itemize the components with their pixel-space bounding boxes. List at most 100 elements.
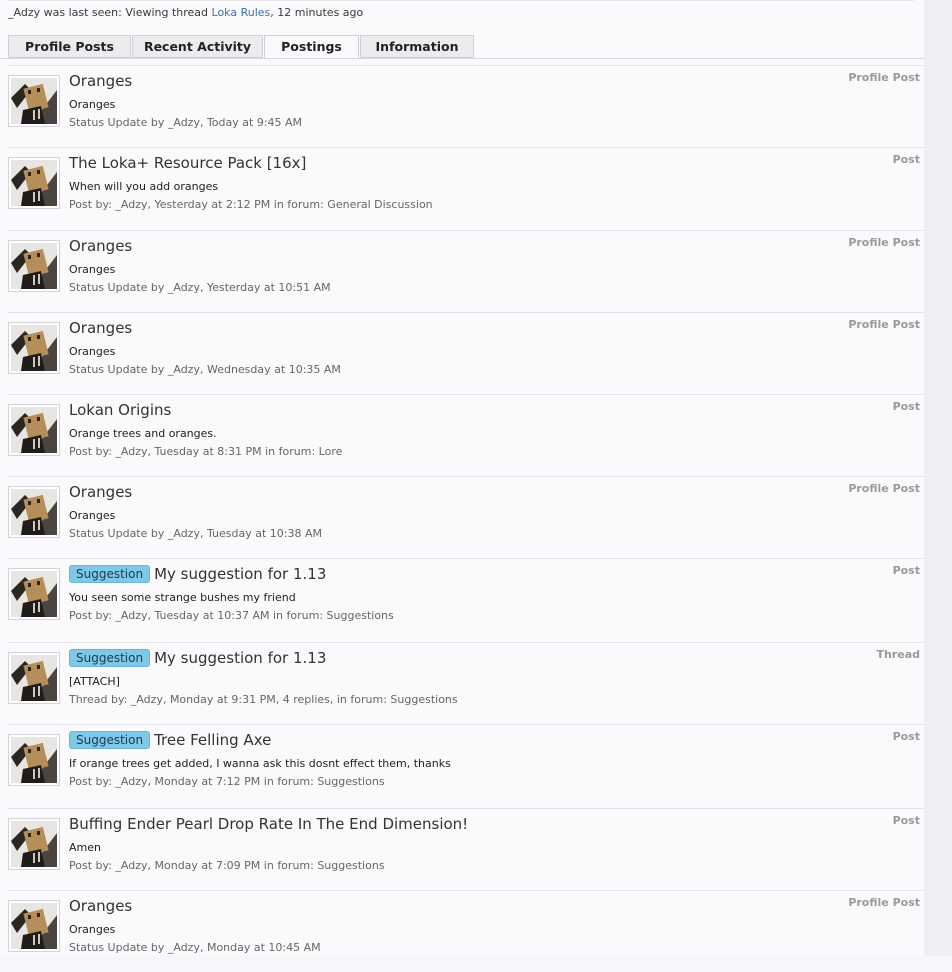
last-seen-text: was last seen: Viewing thread xyxy=(40,6,212,19)
posting-item: Oranges Oranges Status Update by _Adzy, We… xyxy=(0,312,924,394)
posting-item: Oranges Oranges Status Update by _Adzy, Ye… xyxy=(0,230,924,312)
posting-title-link[interactable]: Buffing Ender Pearl Drop Rate In The End… xyxy=(69,815,468,833)
posting-title-link[interactable]: Oranges xyxy=(69,72,132,90)
posting-snippet[interactable]: Oranges xyxy=(69,263,115,276)
posting-type-label: Profile Post xyxy=(848,896,920,909)
avatar-image xyxy=(11,737,57,783)
avatar[interactable] xyxy=(8,322,60,374)
avatar[interactable] xyxy=(8,734,60,786)
item-divider xyxy=(8,65,924,66)
tab-recent-activity[interactable]: Recent Activity xyxy=(132,35,263,58)
avatar[interactable] xyxy=(8,652,60,704)
posting-title-row: Suggestion My suggestion for 1.13 xyxy=(69,565,326,583)
posting-meta: Post by: _Adzy, Yesterday at 2:12 PM in … xyxy=(69,198,433,211)
prefix-badge[interactable]: Suggestion xyxy=(69,731,151,749)
posting-item: Suggestion My suggestion for 1.13 [ATTACH]… xyxy=(0,642,924,724)
posting-title-link[interactable]: My suggestion for 1.13 xyxy=(154,565,326,583)
posting-item: Suggestion Tree Felling Axe If orange tree… xyxy=(0,724,924,806)
posting-snippet[interactable]: You seen some strange bushes my friend xyxy=(69,591,296,604)
posting-title-link[interactable]: Oranges xyxy=(69,897,132,915)
posting-type-label: Profile Post xyxy=(848,318,920,331)
posting-meta: Status Update by _Adzy, Yesterday at 10:… xyxy=(69,281,331,294)
posting-snippet[interactable]: Oranges xyxy=(69,509,115,522)
posting-snippet[interactable]: Amen xyxy=(69,841,101,854)
posting-title-link[interactable]: My suggestion for 1.13 xyxy=(154,649,326,667)
posting-title-row: Oranges xyxy=(69,483,132,501)
posting-type-label: Profile Post xyxy=(848,236,920,249)
avatar-image xyxy=(11,821,57,867)
posting-meta: Status Update by _Adzy, Tuesday at 10:38… xyxy=(69,527,322,540)
posting-title-link[interactable]: Tree Felling Axe xyxy=(154,731,271,749)
tab-information[interactable]: Information xyxy=(360,35,474,58)
posting-title-link[interactable]: Oranges xyxy=(69,319,132,337)
avatar-image xyxy=(11,903,57,949)
profile-tabs: Profile Posts Recent Activity Postings I… xyxy=(8,35,924,59)
posting-title-row: Oranges xyxy=(69,72,132,90)
prefix-badge[interactable]: Suggestion xyxy=(69,565,151,583)
item-divider xyxy=(8,808,924,809)
posting-title-row: Suggestion Tree Felling Axe xyxy=(69,731,271,749)
avatar-image xyxy=(11,489,57,535)
posting-type-label: Thread xyxy=(876,648,920,661)
posting-meta: Post by: _Adzy, Tuesday at 8:31 PM in fo… xyxy=(69,445,343,458)
avatar[interactable] xyxy=(8,404,60,456)
profile-content: _Adzy was last seen: Viewing thread Loka… xyxy=(0,0,924,956)
posting-title-row: Oranges xyxy=(69,897,132,915)
posting-type-label: Post xyxy=(892,564,920,577)
item-divider xyxy=(8,394,924,395)
posting-title-link[interactable]: Oranges xyxy=(69,483,132,501)
avatar-image xyxy=(11,325,57,371)
item-divider xyxy=(8,890,924,891)
last-seen-line: _Adzy was last seen: Viewing thread Loka… xyxy=(8,6,363,19)
avatar[interactable] xyxy=(8,900,60,952)
posting-snippet[interactable]: Oranges xyxy=(69,98,115,111)
tab-postings[interactable]: Postings xyxy=(264,35,359,59)
posting-snippet[interactable]: [ATTACH] xyxy=(69,675,120,688)
posting-type-label: Profile Post xyxy=(848,482,920,495)
item-divider xyxy=(8,312,924,313)
posting-item: Oranges Oranges Status Update by _Adzy, Mo… xyxy=(0,890,924,972)
posting-snippet[interactable]: When will you add oranges xyxy=(69,180,218,193)
avatar-image xyxy=(11,655,57,701)
posting-type-label: Post xyxy=(892,153,920,166)
item-divider xyxy=(8,230,924,231)
avatar[interactable] xyxy=(8,568,60,620)
posting-snippet[interactable]: Oranges xyxy=(69,345,115,358)
posting-item: Oranges Oranges Status Update by _Adzy, To… xyxy=(0,65,924,147)
avatar-image xyxy=(11,243,57,289)
avatar[interactable] xyxy=(8,818,60,870)
tab-profile-posts[interactable]: Profile Posts xyxy=(8,35,131,58)
posting-meta: Status Update by _Adzy, Monday at 10:45 … xyxy=(69,941,321,954)
top-divider xyxy=(8,0,914,3)
posting-title-row: Buffing Ender Pearl Drop Rate In The End… xyxy=(69,815,468,833)
last-seen-thread-link[interactable]: Loka Rules xyxy=(212,6,271,19)
posting-title-link[interactable]: Lokan Origins xyxy=(69,401,171,419)
posting-snippet[interactable]: If orange trees get added, I wanna ask t… xyxy=(69,757,451,770)
posting-meta: Status Update by _Adzy, Wednesday at 10:… xyxy=(69,363,341,376)
posting-meta: Status Update by _Adzy, Today at 9:45 AM xyxy=(69,116,303,129)
last-seen-user[interactable]: _Adzy xyxy=(8,6,40,19)
avatar[interactable] xyxy=(8,486,60,538)
avatar-image xyxy=(11,160,57,206)
item-divider xyxy=(8,558,924,559)
posting-title-row: Oranges xyxy=(69,237,132,255)
avatar-image xyxy=(11,571,57,617)
posting-snippet[interactable]: Oranges xyxy=(69,923,115,936)
item-divider xyxy=(8,147,924,148)
posting-type-label: Post xyxy=(892,730,920,743)
posting-type-label: Post xyxy=(892,814,920,827)
posting-snippet[interactable]: Orange trees and oranges. xyxy=(69,427,217,440)
posting-title-link[interactable]: The Loka+ Resource Pack [16x] xyxy=(69,154,306,172)
prefix-badge[interactable]: Suggestion xyxy=(69,649,151,667)
posting-title-row: Oranges xyxy=(69,319,132,337)
avatar[interactable] xyxy=(8,75,60,127)
avatar[interactable] xyxy=(8,240,60,292)
posting-meta: Post by: _Adzy, Tuesday at 10:37 AM in f… xyxy=(69,609,394,622)
avatar[interactable] xyxy=(8,157,60,209)
posting-title-row: The Loka+ Resource Pack [16x] xyxy=(69,154,306,172)
posting-title-link[interactable]: Oranges xyxy=(69,237,132,255)
posting-meta: Post by: _Adzy, Monday at 7:09 PM in for… xyxy=(69,859,385,872)
posting-meta: Post by: _Adzy, Monday at 7:12 PM in for… xyxy=(69,775,385,788)
posting-item: Buffing Ender Pearl Drop Rate In The End… xyxy=(0,808,924,890)
posting-item: The Loka+ Resource Pack [16x] When will y… xyxy=(0,147,924,229)
